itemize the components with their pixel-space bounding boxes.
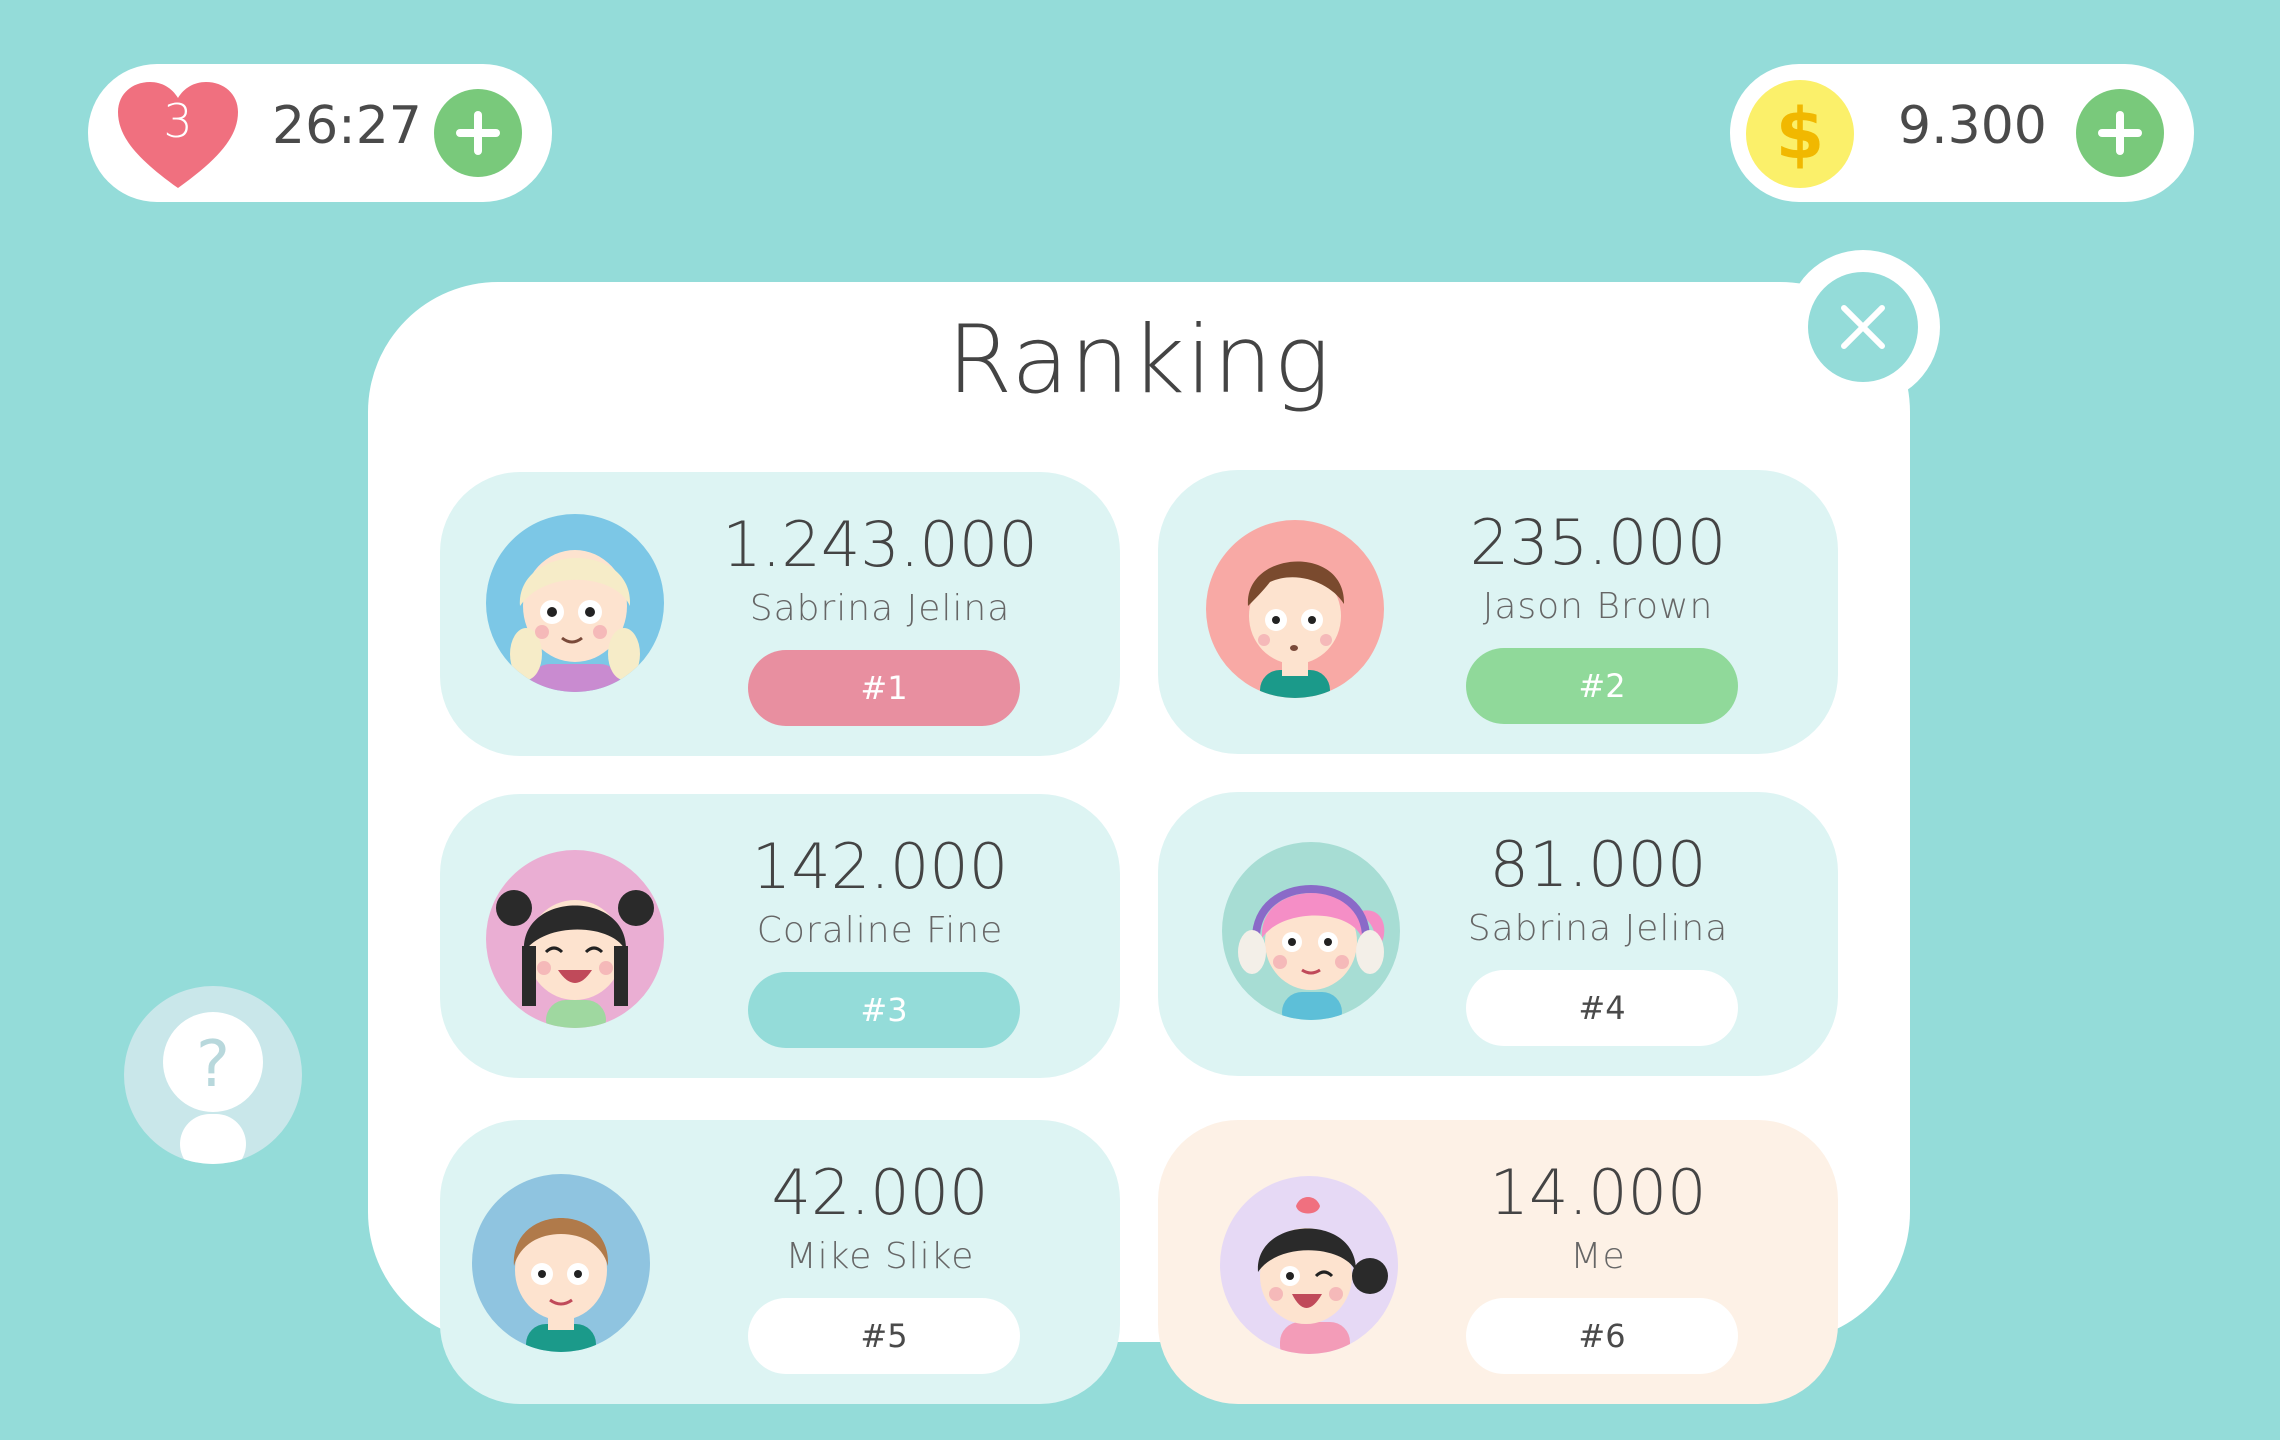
player-name: Jason Brown (1482, 586, 1714, 627)
rank-badge: #3 (748, 972, 1020, 1048)
ranking-card-2[interactable]: 235.000 Jason Brown #2 (1158, 470, 1838, 754)
brown-hair-boy-blue-avatar (472, 1174, 650, 1352)
coin-balance: 9.300 (1898, 96, 2047, 156)
ranking-card-5[interactable]: 42.000 Mike Slike #5 (440, 1120, 1120, 1404)
coins-panel: $ 9.300 (1730, 64, 2194, 202)
player-score: 142.000 (751, 830, 1009, 903)
coin-icon: $ (1746, 80, 1854, 188)
rank-badge: #4 (1466, 970, 1738, 1046)
blonde-girl-avatar (486, 514, 664, 692)
player-name: Sabrina Jelina (749, 588, 1011, 629)
unknown-player-avatar[interactable]: ? (124, 986, 302, 1164)
lives-timer: 26:27 (272, 96, 422, 156)
brown-hair-boy-avatar (1206, 520, 1384, 698)
lives-count: 3 (163, 94, 193, 148)
player-score: 42.000 (771, 1156, 989, 1229)
player-score: 14.000 (1489, 1156, 1707, 1229)
ranking-card-4[interactable]: 81.000 Sabrina Jelina #4 (1158, 792, 1838, 1076)
black-bun-girl-avatar (486, 850, 664, 1028)
page-title: Ranking (947, 306, 1331, 415)
ranking-card-me[interactable]: 14.000 Me #6 (1158, 1120, 1838, 1404)
player-name: Coraline Fine (756, 910, 1004, 951)
rank-badge: #1 (748, 650, 1020, 726)
question-icon: ? (196, 1028, 230, 1102)
rank-badge: #2 (1466, 648, 1738, 724)
player-score: 235.000 (1469, 506, 1727, 579)
rank-badge: #6 (1466, 1298, 1738, 1374)
player-score: 1.243.000 (722, 508, 1038, 581)
player-name: Me (1570, 1236, 1626, 1277)
strawberry-girl-avatar (1220, 1176, 1398, 1354)
player-name: Mike Slike (785, 1236, 975, 1277)
add-coins-button[interactable] (2076, 89, 2164, 177)
pink-hair-headphones-girl-avatar (1222, 842, 1400, 1020)
ranking-card-1[interactable]: 1.243.000 Sabrina Jelina #1 (440, 472, 1120, 756)
lives-panel: 3 26:27 (88, 64, 552, 202)
ranking-card-3[interactable]: 142.000 Coraline Fine #3 (440, 794, 1120, 1078)
rank-badge: #5 (748, 1298, 1020, 1374)
player-score: 81.000 (1489, 828, 1707, 901)
add-lives-button[interactable] (434, 89, 522, 177)
player-name: Sabrina Jelina (1467, 908, 1729, 949)
